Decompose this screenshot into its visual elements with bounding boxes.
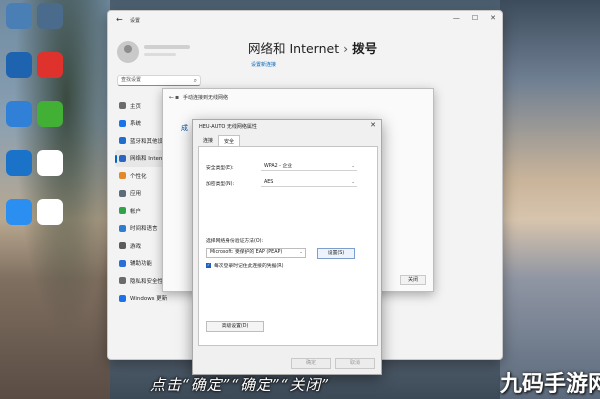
tab-connection[interactable]: 连接	[198, 135, 218, 146]
chevron-down-icon: ⌄	[351, 180, 355, 185]
page-title: 网络和 Internet › 拨号	[248, 38, 377, 57]
sidebar-item-icon	[119, 137, 126, 145]
auth-method-select[interactable]: Microsoft: 受保护的 EAP (PEAP) ⌄	[206, 248, 306, 258]
encryption-type-select[interactable]: AES ⌄	[261, 178, 357, 187]
sidebar-item-icon	[119, 172, 126, 180]
tab-strip: 连接 安全	[198, 135, 241, 146]
security-type-select[interactable]: WPA2 - 企业 ⌄	[261, 162, 357, 171]
search-icon: ⌕	[193, 77, 197, 84]
sidebar-item-label: 辅助功能	[130, 261, 153, 268]
security-type-label: 安全类型(E):	[206, 166, 234, 171]
dialog-title: HEU-AUTO 无线网络属性	[199, 124, 257, 130]
desktop-app-icon[interactable]	[6, 3, 32, 29]
close-icon[interactable]: ✕	[490, 14, 496, 22]
sidebar-item-icon	[119, 242, 126, 250]
cancel-button[interactable]: 取消	[335, 358, 375, 369]
tab-security[interactable]: 安全	[218, 135, 241, 146]
breadcrumb-parent[interactable]: 网络和 Internet	[248, 41, 339, 56]
sidebar-item-icon	[119, 207, 126, 215]
sidebar-item-label: 帐户	[130, 208, 142, 215]
sidebar-item-label: 主页	[130, 103, 142, 110]
ok-button[interactable]: 确定	[291, 358, 331, 369]
breadcrumb-current: 拨号	[352, 41, 378, 56]
minimize-icon[interactable]: —	[453, 14, 460, 22]
dialog-title: 手动连接到无线网络	[183, 95, 229, 101]
desktop-app-icon[interactable]	[6, 199, 32, 225]
search-input[interactable]: 查找设置 ⌕	[117, 75, 201, 86]
settings-button[interactable]: 设置(S)	[317, 248, 355, 259]
window-controls: — ☐ ✕	[453, 14, 496, 22]
sidebar-item-label: 应用	[130, 191, 142, 198]
desktop-app-icon[interactable]	[37, 3, 63, 29]
sidebar-item-label: 游戏	[130, 243, 142, 250]
sidebar-item-label: 个性化	[130, 173, 147, 180]
sidebar-item-label: 系统	[130, 121, 142, 128]
back-arrow-icon[interactable]: ←	[169, 94, 174, 101]
sidebar-item-icon	[119, 224, 126, 232]
sidebar-item-icon	[119, 277, 126, 285]
encryption-type-label: 加密类型(N):	[206, 182, 235, 187]
desktop-app-icon[interactable]	[37, 52, 63, 78]
sidebar-item-icon	[119, 189, 126, 197]
desktop-app-icon[interactable]	[37, 150, 63, 176]
dialog-heading: 成	[181, 124, 188, 132]
desktop-app-icon[interactable]	[37, 199, 63, 225]
chevron-down-icon: ⌄	[299, 250, 303, 255]
wireless-properties-dialog: HEU-AUTO 无线网络属性 ✕ 连接 安全 安全类型(E): WPA2 - …	[192, 119, 382, 375]
user-name-blurred	[144, 45, 190, 49]
avatar[interactable]	[117, 41, 139, 63]
remember-credentials-checkbox[interactable]	[206, 262, 211, 268]
sidebar-item-icon	[119, 294, 126, 302]
app-title: 设置	[130, 18, 141, 24]
desktop-app-icon[interactable]	[37, 101, 63, 127]
remember-credentials-row[interactable]: 每次登录时记住此连接的凭据(R)	[206, 262, 283, 269]
back-arrow-icon[interactable]: ←	[116, 15, 123, 24]
network-icon: ▪	[175, 94, 180, 101]
sidebar-item-icon	[119, 259, 126, 267]
auth-method-label: 选择网络身份验证方法(O):	[206, 239, 264, 244]
maximize-icon[interactable]: ☐	[472, 14, 478, 22]
desktop-app-icon[interactable]	[6, 52, 32, 78]
chevron-down-icon: ⌄	[351, 164, 355, 169]
instruction-caption: 点击“确定”“确定”“关闭”	[150, 376, 331, 394]
sidebar-item-label: 隐私和安全性	[130, 278, 164, 285]
close-icon[interactable]: ✕	[370, 121, 376, 129]
close-button[interactable]: 关闭	[400, 275, 426, 285]
setup-new-connection-link[interactable]: 设置新连接	[251, 61, 276, 68]
wallpaper-right	[500, 0, 600, 399]
remember-credentials-label: 每次登录时记住此连接的凭据(R)	[214, 264, 284, 269]
security-panel: 安全类型(E): WPA2 - 企业 ⌄ 加密类型(N): AES ⌄ 选择网络…	[198, 146, 378, 346]
sidebar-item-label: Windows 更新	[130, 296, 168, 303]
user-email-blurred	[144, 53, 176, 56]
site-watermark: 九码手游网	[500, 372, 600, 397]
desktop-app-icon[interactable]	[6, 150, 32, 176]
dialog-footer: 确定 取消	[193, 348, 381, 374]
advanced-settings-button[interactable]: 高级设置(D)	[206, 321, 264, 332]
desktop-app-icon[interactable]	[6, 101, 32, 127]
sidebar-item-icon	[119, 119, 126, 127]
sidebar-item-label: 时间和语言	[130, 226, 158, 233]
title-bar: ← 设置 — ☐ ✕	[108, 11, 502, 29]
breadcrumb-separator: ›	[343, 41, 349, 56]
sidebar-item-icon	[119, 102, 126, 110]
sidebar-item-icon	[119, 154, 126, 162]
